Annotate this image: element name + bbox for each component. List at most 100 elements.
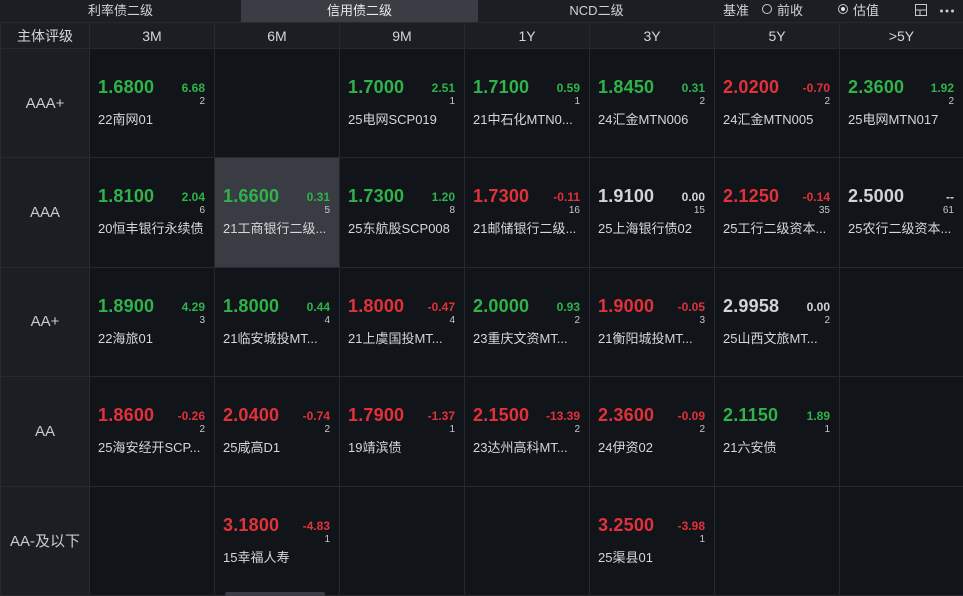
bond-cell[interactable]: 1.7100 0.59 1 21中石化MTN0... [464, 47, 590, 159]
bond-yield: 2.0200 [723, 77, 780, 97]
bond-yield: 1.8100 [98, 186, 155, 207]
empty-cell [89, 485, 215, 596]
bond-cell[interactable]: 2.0200 -0.70 2 24汇金MTN005 [714, 47, 840, 159]
bond-cell[interactable]: 1.8000 0.44 4 21临安城投MT... [214, 266, 340, 378]
bond-name: 25工行二级资本... [723, 221, 827, 237]
deal-count: 4 [449, 314, 455, 326]
empty-cell [839, 266, 963, 378]
bond-name: 19靖滨债 [348, 440, 402, 456]
bond-cell[interactable]: 1.7300 1.20 8 25东航股SCP008 [339, 157, 465, 268]
column-header[interactable]: 6M [214, 22, 340, 49]
deal-count: 2 [324, 424, 330, 436]
empty-cell [839, 485, 963, 596]
bond-cell[interactable]: 1.6800 6.68 2 22南网01 [89, 47, 215, 159]
bond-cell[interactable]: 2.1250 -0.14 35 25工行二级资本... [714, 157, 840, 268]
bond-cell[interactable]: 1.7900 -1.37 1 19靖滨债 [339, 376, 465, 487]
bond-yield: 1.7900 [348, 405, 405, 426]
bond-name: 24汇金MTN006 [598, 112, 689, 127]
yield-change: -0.26 [177, 409, 205, 424]
bond-cell[interactable]: 1.8450 0.31 2 24汇金MTN006 [589, 47, 715, 159]
column-header[interactable]: 9M [339, 22, 465, 49]
bond-cell[interactable]: 1.8000 -0.47 4 21上虞国投MT... [339, 266, 465, 378]
rating-row: AA 1.8600 -0.26 2 25海安经开SCP... 2.0400 -0.74 2 25… [0, 376, 963, 487]
bond-cell[interactable]: 1.7300 -0.11 16 21邮储银行二级... [464, 157, 590, 268]
bond-name: 25农行二级资本... [848, 221, 952, 237]
rating-row: AAA+ 1.6800 6.68 2 22南网01 1.7000 2.51 1 25电网SCP0… [0, 47, 963, 159]
radio-prev-close-label[interactable]: 前收 [777, 0, 803, 22]
yield-change: 0.31 [306, 190, 330, 205]
bond-name: 22海旅01 [98, 330, 153, 346]
bond-yield: 2.3600 [848, 77, 905, 97]
bond-cell[interactable]: 1.9000 -0.05 3 21衡阳城投MT... [589, 266, 715, 378]
yield-change: -0.11 [553, 190, 580, 205]
radio-valuation[interactable] [838, 4, 848, 14]
bond-cell[interactable]: 2.0000 0.93 2 23重庆文资MT... [464, 266, 590, 378]
more-icon[interactable] [936, 0, 958, 22]
deal-count: 1 [824, 424, 830, 436]
radio-prev-close[interactable] [762, 4, 772, 14]
bond-name: 23达州高科MT... [473, 440, 568, 456]
horizontal-scrollbar[interactable] [225, 592, 325, 596]
rating-row: AA-及以下 3.1800 -4.83 1 15幸福人寿 3.2500 -3.98 1 25渠县… [0, 485, 963, 596]
column-header[interactable]: 3M [89, 22, 215, 49]
deal-count: 8 [449, 205, 455, 217]
empty-cell [839, 376, 963, 487]
deal-count: 35 [818, 205, 830, 217]
radio-valuation-label[interactable]: 估值 [853, 0, 879, 22]
yield-change: 6.68 [181, 81, 205, 95]
bond-cell[interactable]: 2.1500 -13.39 2 23达州高科MT... [464, 376, 590, 487]
empty-cell [464, 485, 590, 596]
yield-change: 0.93 [556, 299, 580, 314]
rating-row: AAA 1.8100 2.04 6 20恒丰银行永续债 1.6600 0.31 5 21工商银行… [0, 157, 963, 268]
bond-name: 21上虞国投MT... [348, 330, 443, 346]
yield-change: -3.98 [677, 518, 705, 533]
rating-row: AA+ 1.8900 4.29 3 22海旅01 1.8000 0.44 4 21临安城投MT.… [0, 266, 963, 378]
deal-count: 3 [699, 314, 705, 326]
column-header[interactable]: 1Y [464, 22, 590, 49]
rating-label: AAA+ [0, 47, 90, 159]
bond-cell[interactable]: 2.3600 1.92 2 25电网MTN017 [839, 47, 963, 159]
bond-name: 15幸福人寿 [223, 549, 290, 565]
bond-cell[interactable]: 1.6600 0.31 5 21工商银行二级... [214, 157, 340, 268]
tab-ncd[interactable]: NCD二级 [478, 0, 715, 22]
bond-cell[interactable]: 3.1800 -4.83 1 15幸福人寿 [214, 485, 340, 596]
bond-cell[interactable]: 1.8100 2.04 6 20恒丰银行永续债 [89, 157, 215, 268]
bond-yield: 2.0400 [223, 405, 280, 426]
column-header[interactable]: 3Y [589, 22, 715, 49]
bond-yield: 1.7300 [473, 186, 530, 207]
column-header[interactable]: >5Y [839, 22, 963, 49]
bond-cell[interactable]: 1.9100 0.00 15 25上海银行债02 [589, 157, 715, 268]
bond-name: 21衡阳城投MT... [598, 330, 693, 346]
bond-cell[interactable]: 1.8900 4.29 3 22海旅01 [89, 266, 215, 378]
yield-change: -13.39 [545, 409, 580, 424]
layout-icon[interactable] [912, 0, 930, 22]
yield-change: -1.37 [427, 409, 455, 424]
bond-cell[interactable]: 3.2500 -3.98 1 25渠县01 [589, 485, 715, 596]
yield-change: 1.20 [431, 190, 455, 205]
yield-change: 1.92 [930, 81, 954, 95]
bond-yield: 1.8450 [598, 77, 655, 97]
yield-change: 2.51 [431, 81, 455, 95]
tab-credit-bond[interactable]: 信用债二级 [241, 0, 478, 22]
bond-cell[interactable]: 2.0400 -0.74 2 25咸高D1 [214, 376, 340, 487]
tab-rate-bond[interactable]: 利率债二级 [0, 0, 241, 22]
bond-name: 25海安经开SCP... [98, 440, 201, 456]
bond-cell[interactable]: 2.5000 -- 61 25农行二级资本... [839, 157, 963, 268]
bond-name: 21中石化MTN0... [473, 112, 573, 127]
column-header[interactable]: 5Y [714, 22, 840, 49]
deal-count: 2 [824, 96, 830, 107]
deal-count: 5 [324, 205, 330, 217]
rating-label: AA-及以下 [0, 485, 90, 596]
bond-cell[interactable]: 2.9958 0.00 2 25山西文旅MT... [714, 266, 840, 378]
bond-yield: 1.8600 [98, 405, 155, 426]
bond-cell[interactable]: 1.8600 -0.26 2 25海安经开SCP... [89, 376, 215, 487]
deal-count: 2 [948, 96, 954, 107]
bond-yield: 2.1150 [723, 405, 779, 426]
bond-yield: 1.6600 [223, 186, 280, 207]
yield-change: 0.44 [306, 299, 330, 314]
bond-cell[interactable]: 2.3600 -0.09 2 24伊资02 [589, 376, 715, 487]
bond-cell[interactable]: 1.7000 2.51 1 25电网SCP019 [339, 47, 465, 159]
bond-cell[interactable]: 2.1150 1.89 1 21六安债 [714, 376, 840, 487]
rating-label: AA [0, 376, 90, 487]
deal-count: 1 [699, 533, 705, 545]
